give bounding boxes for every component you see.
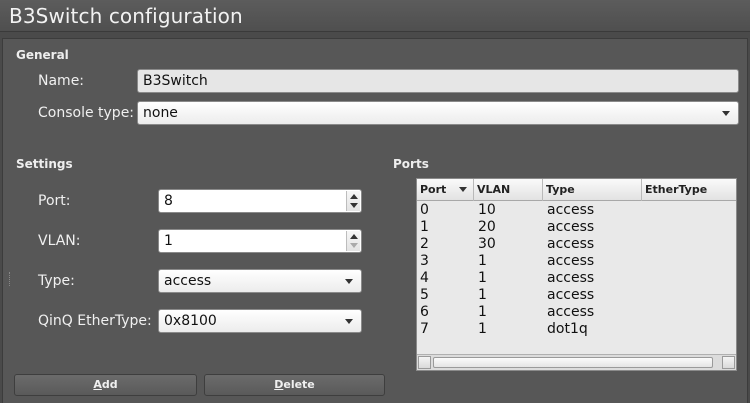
ethertype-value: 0x8100: [164, 313, 217, 329]
chevron-down-icon: [345, 319, 353, 324]
table-row[interactable]: 4 1 access: [417, 270, 736, 287]
spin-up-icon[interactable]: [350, 234, 358, 239]
ethertype-label: QinQ EtherType:: [38, 313, 152, 329]
type-value: access: [164, 273, 212, 289]
vlan-spinbox[interactable]: 1: [158, 229, 362, 253]
console-type-label: Console type:: [38, 105, 135, 121]
spin-down-icon[interactable]: [350, 203, 358, 208]
scrollbar-thumb[interactable]: [433, 357, 713, 368]
table-row[interactable]: 7 1 dot1q: [417, 321, 736, 338]
delete-button-label: elete: [283, 378, 315, 391]
console-type-select[interactable]: none: [137, 101, 739, 125]
settings-section-label: Settings: [16, 157, 73, 171]
port-spin-buttons[interactable]: [346, 191, 360, 211]
window-title: B3Switch configuration: [9, 4, 243, 28]
delete-button[interactable]: Delete: [204, 374, 385, 396]
name-input[interactable]: [137, 69, 739, 93]
port-spinbox[interactable]: 8: [158, 189, 362, 213]
delete-button-mnemonic: D: [274, 378, 284, 391]
name-label: Name:: [38, 73, 85, 89]
vlan-label: VLAN:: [38, 233, 81, 249]
spin-down-icon[interactable]: [350, 243, 358, 248]
table-row[interactable]: 5 1 access: [417, 287, 736, 304]
scroll-right-icon[interactable]: [722, 356, 735, 369]
splitter-handle[interactable]: [9, 272, 12, 286]
column-header-port[interactable]: Port: [417, 179, 474, 201]
ports-section-label: Ports: [393, 157, 429, 171]
scroll-left-icon[interactable]: [418, 356, 431, 369]
table-row[interactable]: 3 1 access: [417, 253, 736, 270]
add-button-mnemonic: A: [93, 378, 102, 391]
add-button-label: dd: [101, 378, 118, 391]
table-row[interactable]: 0 10 access: [417, 202, 736, 219]
type-label: Type:: [38, 273, 75, 289]
ports-table-body: 0 10 access 1 20 access 2 30 access 3 1 access 4…: [417, 202, 736, 338]
port-value: 8: [164, 193, 173, 209]
column-header-vlan[interactable]: VLAN: [474, 179, 543, 201]
window-titlebar: B3Switch configuration: [0, 0, 750, 32]
table-row[interactable]: 1 20 access: [417, 219, 736, 236]
ports-table-header: Port VLAN Type EtherType: [417, 179, 736, 201]
chevron-down-icon: [345, 279, 353, 284]
column-header-ethertype[interactable]: EtherType: [642, 179, 736, 201]
general-section-label: General: [16, 48, 69, 62]
console-type-value: none: [143, 105, 178, 121]
port-label: Port:: [38, 193, 71, 209]
ports-table[interactable]: Port VLAN Type EtherType 0 10 access 1 20 ac…: [416, 178, 737, 371]
horizontal-scrollbar[interactable]: [417, 354, 736, 370]
ethertype-select[interactable]: 0x8100: [158, 309, 362, 333]
type-select[interactable]: access: [158, 269, 362, 293]
chevron-down-icon: [722, 111, 730, 116]
table-row[interactable]: 2 30 access: [417, 236, 736, 253]
vlan-spin-buttons[interactable]: [346, 231, 360, 251]
sort-descending-icon: [459, 187, 467, 192]
spin-up-icon[interactable]: [350, 194, 358, 199]
column-header-type[interactable]: Type: [543, 179, 642, 201]
add-button[interactable]: Add: [14, 374, 197, 396]
vlan-value: 1: [164, 233, 173, 249]
table-row[interactable]: 6 1 access: [417, 304, 736, 321]
